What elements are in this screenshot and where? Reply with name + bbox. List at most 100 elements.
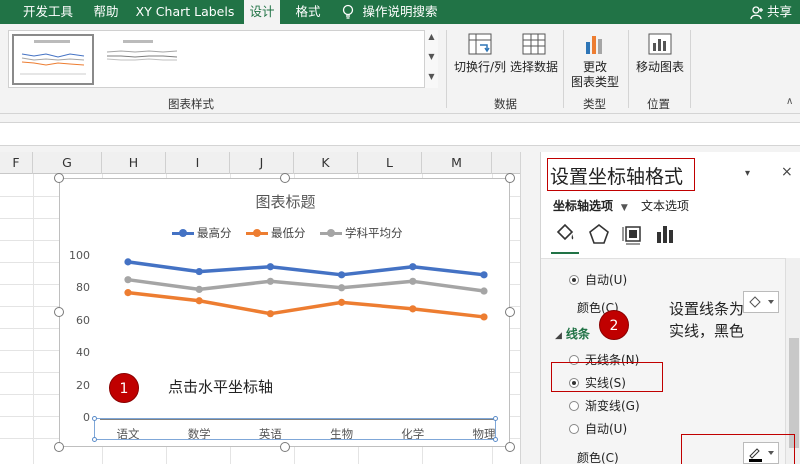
resize-handle[interactable] bbox=[54, 307, 64, 317]
column-header[interactable]: L bbox=[358, 152, 422, 174]
switch-row-column-label: 切换行/列 bbox=[453, 60, 507, 74]
axis-selection-handle[interactable] bbox=[92, 437, 97, 442]
series-point-2-1[interactable] bbox=[195, 285, 203, 293]
column-header[interactable]: J bbox=[230, 152, 294, 174]
series-point-0-1[interactable] bbox=[195, 267, 203, 276]
resize-handle[interactable] bbox=[280, 173, 290, 183]
gallery-down-icon[interactable]: ▼ bbox=[425, 52, 438, 61]
tell-me-search[interactable]: 操作说明搜索 bbox=[360, 0, 440, 24]
series-point-0-2[interactable] bbox=[266, 263, 274, 271]
select-data-icon bbox=[522, 33, 546, 55]
formula-bar-area bbox=[0, 114, 800, 152]
series-point-0-4[interactable] bbox=[409, 263, 417, 271]
resize-handle[interactable] bbox=[505, 307, 515, 317]
plot-area[interactable] bbox=[60, 179, 511, 448]
select-data-button[interactable]: 选择数据 bbox=[510, 30, 558, 75]
auto-radio-top[interactable]: 自动(U) bbox=[569, 271, 627, 288]
ribbon-separator bbox=[690, 30, 691, 108]
formula-bar[interactable] bbox=[0, 122, 800, 146]
chart-style-gallery bbox=[8, 30, 438, 88]
chart-style-thumb-1[interactable] bbox=[12, 34, 94, 85]
series-line-0[interactable] bbox=[127, 260, 485, 277]
axis-options-dropdown-icon[interactable]: ▼ bbox=[621, 203, 628, 213]
tab-text-options[interactable]: 文本选项 bbox=[641, 197, 689, 214]
y-tick-label: 80 bbox=[76, 281, 90, 295]
pane-scroll-thumb[interactable] bbox=[789, 338, 799, 448]
column-header[interactable]: G bbox=[33, 152, 102, 174]
select-data-label: 选择数据 bbox=[510, 60, 559, 74]
group-location-label: 位置 bbox=[647, 97, 670, 111]
size-properties-icon[interactable] bbox=[621, 222, 645, 246]
switch-row-column-button[interactable]: 切换行/列 bbox=[452, 30, 508, 75]
series-point-2-3[interactable] bbox=[338, 284, 346, 292]
resize-handle[interactable] bbox=[54, 173, 64, 183]
resize-handle[interactable] bbox=[280, 442, 290, 452]
resize-handle[interactable] bbox=[54, 442, 64, 452]
series-point-2-0[interactable] bbox=[124, 276, 132, 284]
tab-help[interactable]: 帮助 bbox=[86, 0, 126, 24]
lightbulb-icon bbox=[342, 4, 354, 19]
gallery-scroll[interactable]: ▲ ▼ ▼ bbox=[424, 30, 438, 88]
series-point-1-1[interactable] bbox=[195, 297, 203, 305]
gallery-more-icon[interactable]: ▼ bbox=[425, 72, 438, 81]
series-point-1-0[interactable] bbox=[124, 289, 132, 297]
resize-handle[interactable] bbox=[505, 173, 515, 183]
move-chart-icon bbox=[648, 33, 672, 55]
column-header[interactable]: M bbox=[422, 152, 492, 174]
tab-format[interactable]: 格式 bbox=[288, 0, 328, 24]
series-point-2-2[interactable] bbox=[266, 277, 274, 285]
pane-options-dropdown[interactable]: ▾ bbox=[745, 168, 750, 179]
move-chart-button[interactable]: 移动图表 bbox=[634, 30, 686, 75]
axis-options-icon[interactable] bbox=[653, 222, 677, 246]
chart-style-preview-1 bbox=[20, 40, 86, 75]
step-2-instruction-line-2: 实线，黑色 bbox=[669, 322, 745, 340]
collapse-ribbon-icon[interactable]: ∧ bbox=[786, 96, 793, 107]
line-section-header[interactable]: ◢ 线条 bbox=[555, 325, 590, 342]
chart-area[interactable]: 图表标题 最高分 最低分 学科平均分 0 20 40 60 80 100 语文 数学 英语 生物化… bbox=[59, 178, 510, 447]
tab-developer[interactable]: 开发工具 bbox=[18, 0, 78, 24]
series-point-1-5[interactable] bbox=[480, 313, 488, 321]
axis-selection-handle[interactable] bbox=[493, 416, 498, 421]
chart-style-thumb-2[interactable] bbox=[101, 34, 183, 85]
series-point-1-2[interactable] bbox=[266, 310, 274, 318]
fill-line-icon[interactable] bbox=[553, 222, 577, 246]
auto-line-radio[interactable]: 自动(U) bbox=[569, 420, 627, 437]
gallery-up-icon[interactable]: ▲ bbox=[425, 32, 438, 41]
tab-xy-chart-labels[interactable]: XY Chart Labels bbox=[134, 0, 236, 24]
series-point-0-0[interactable] bbox=[124, 258, 132, 266]
color-picker-button[interactable] bbox=[743, 291, 779, 313]
close-icon[interactable]: × bbox=[781, 164, 793, 180]
column-headers: F G H I J K L M bbox=[0, 152, 520, 174]
axis-selection-handle[interactable] bbox=[92, 416, 97, 421]
series-point-2-4[interactable] bbox=[409, 277, 417, 285]
series-line-2[interactable] bbox=[127, 277, 485, 293]
y-tick-label: 100 bbox=[69, 249, 90, 262]
horizontal-axis-selection[interactable] bbox=[94, 418, 496, 440]
resize-handle[interactable] bbox=[505, 442, 515, 452]
column-header[interactable]: K bbox=[294, 152, 358, 174]
grid-vertical-scrollbar[interactable] bbox=[520, 152, 540, 464]
column-header[interactable]: I bbox=[166, 152, 230, 174]
step-2-instruction-line-1: 设置线条为 bbox=[669, 300, 745, 318]
series-line-1[interactable] bbox=[127, 290, 485, 319]
ribbon-separator bbox=[563, 30, 564, 108]
series-point-2-5[interactable] bbox=[480, 287, 488, 295]
tab-design[interactable]: 设计 bbox=[244, 0, 280, 24]
series-point-1-3[interactable] bbox=[338, 298, 346, 306]
column-header[interactable]: H bbox=[102, 152, 166, 174]
radio-button bbox=[569, 424, 579, 434]
effects-icon[interactable] bbox=[587, 222, 611, 246]
line-color-label: 颜色(C) bbox=[577, 451, 619, 464]
column-header[interactable]: F bbox=[0, 152, 33, 174]
share-button[interactable]: 共享 bbox=[750, 0, 792, 24]
series-point-0-3[interactable] bbox=[338, 271, 346, 279]
axis-selection-handle[interactable] bbox=[493, 437, 498, 442]
tab-axis-options[interactable]: 坐标轴选项 ▼ bbox=[553, 197, 628, 214]
series-point-0-5[interactable] bbox=[480, 271, 488, 279]
radio-label: 渐变线(G) bbox=[585, 399, 640, 413]
ribbon-tab-bar: 开发工具 帮助 XY Chart Labels 设计 格式 操作说明搜索 共享 bbox=[0, 0, 800, 24]
series-point-1-4[interactable] bbox=[409, 305, 417, 313]
highlight-box-line-color bbox=[681, 434, 795, 464]
gradient-line-radio[interactable]: 渐变线(G) bbox=[569, 397, 640, 414]
change-chart-type-button[interactable]: 更改 图表类型 bbox=[568, 30, 622, 90]
